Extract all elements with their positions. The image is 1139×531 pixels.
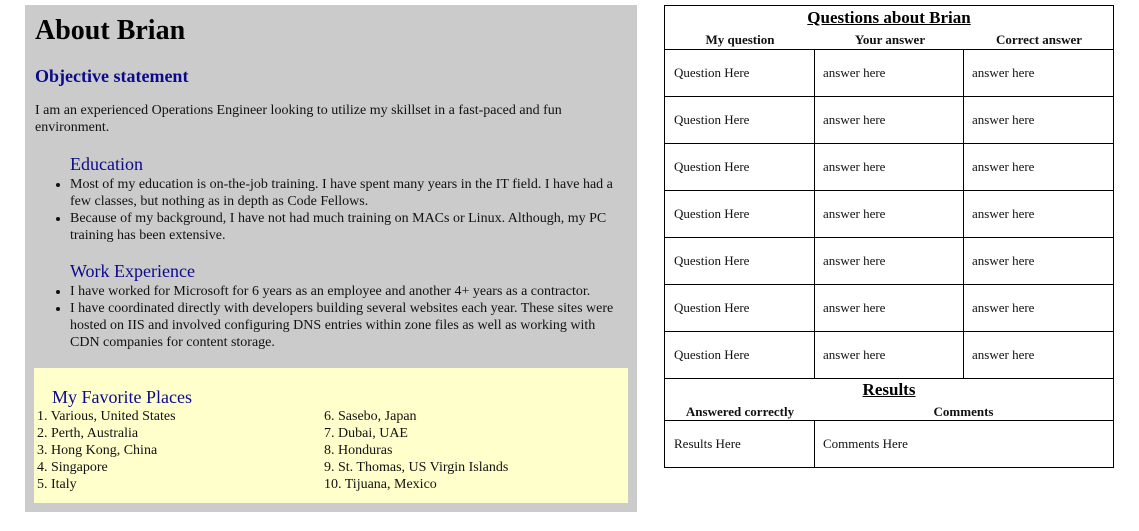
correct-answer-cell: answer here xyxy=(963,143,1113,190)
list-item: 4. Singapore xyxy=(37,460,108,475)
column-header-correct-answer: Correct answer xyxy=(995,32,1083,47)
column-header-answered-correctly: Answered correctly xyxy=(685,404,795,419)
favorite-places-list-left: 1. Various, United States 2. Perth, Aust… xyxy=(37,408,176,493)
question-cell: Question Here xyxy=(665,237,815,284)
results-cell: Results Here xyxy=(665,420,815,467)
correct-answer-cell: answer here xyxy=(963,49,1113,96)
work-experience-heading: Work Experience xyxy=(70,261,195,281)
question-cell: Question Here xyxy=(665,331,815,378)
column-header-my-question: My question xyxy=(705,32,775,47)
list-item: 6. Sasebo, Japan xyxy=(324,409,417,424)
results-title: Results xyxy=(862,380,916,399)
column-header-your-answer: Your answer xyxy=(854,32,926,47)
work-experience-list: I have worked for Microsoft for 6 years … xyxy=(70,283,615,351)
your-answer-cell: answer here xyxy=(814,96,964,143)
your-answer-cell: answer here xyxy=(814,143,964,190)
column-header-comments: Comments xyxy=(933,404,994,419)
your-answer-cell: answer here xyxy=(814,190,964,237)
favorite-places-list-right: 6. Sasebo, Japan 7. Dubai, UAE 8. Hondur… xyxy=(324,408,508,493)
quiz-table: Questions about Brian My question Your a… xyxy=(664,5,1114,468)
question-cell: Question Here xyxy=(665,49,815,96)
question-cell: Question Here xyxy=(665,96,815,143)
question-cell: Question Here xyxy=(665,284,815,331)
list-item: 5. Italy xyxy=(37,477,77,492)
comments-cell: Comments Here xyxy=(814,420,1113,467)
correct-answer-cell: answer here xyxy=(963,284,1113,331)
results-divider xyxy=(665,378,1113,379)
objective-text: I am an experienced Operations Engineer … xyxy=(35,103,562,135)
list-item: 2. Perth, Australia xyxy=(37,426,139,441)
favorite-places-box: My Favorite Places 1. Various, United St… xyxy=(34,368,628,503)
list-item: I have coordinated directly with develop… xyxy=(70,300,615,351)
list-item: 3. Hong Kong, China xyxy=(37,443,158,458)
list-item: 8. Honduras xyxy=(324,443,393,458)
correct-answer-cell: answer here xyxy=(963,331,1113,378)
page-title: About Brian xyxy=(35,15,186,46)
favorite-places-heading: My Favorite Places xyxy=(52,387,192,407)
your-answer-cell: answer here xyxy=(814,331,964,378)
question-cell: Question Here xyxy=(665,190,815,237)
your-answer-cell: answer here xyxy=(814,49,964,96)
list-item: 1. Various, United States xyxy=(37,409,176,424)
list-item: Most of my education is on-the-job train… xyxy=(70,176,615,210)
list-item: 7. Dubai, UAE xyxy=(324,426,408,441)
your-answer-cell: answer here xyxy=(814,237,964,284)
about-panel: About Brian Objective statement I am an … xyxy=(25,5,637,512)
list-item: 9. St. Thomas, US Virgin Islands xyxy=(324,460,509,475)
your-answer-cell: answer here xyxy=(814,284,964,331)
education-list: Most of my education is on-the-job train… xyxy=(70,176,615,244)
correct-answer-cell: answer here xyxy=(963,96,1113,143)
correct-answer-cell: answer here xyxy=(963,190,1113,237)
quiz-title: Questions about Brian xyxy=(807,8,971,27)
education-heading: Education xyxy=(70,154,143,174)
objective-heading: Objective statement xyxy=(35,66,189,86)
list-item: I have worked for Microsoft for 6 years … xyxy=(70,283,615,300)
question-cell: Question Here xyxy=(665,143,815,190)
list-item: Because of my background, I have not had… xyxy=(70,210,615,244)
list-item: 10. Tijuana, Mexico xyxy=(324,477,437,492)
correct-answer-cell: answer here xyxy=(963,237,1113,284)
